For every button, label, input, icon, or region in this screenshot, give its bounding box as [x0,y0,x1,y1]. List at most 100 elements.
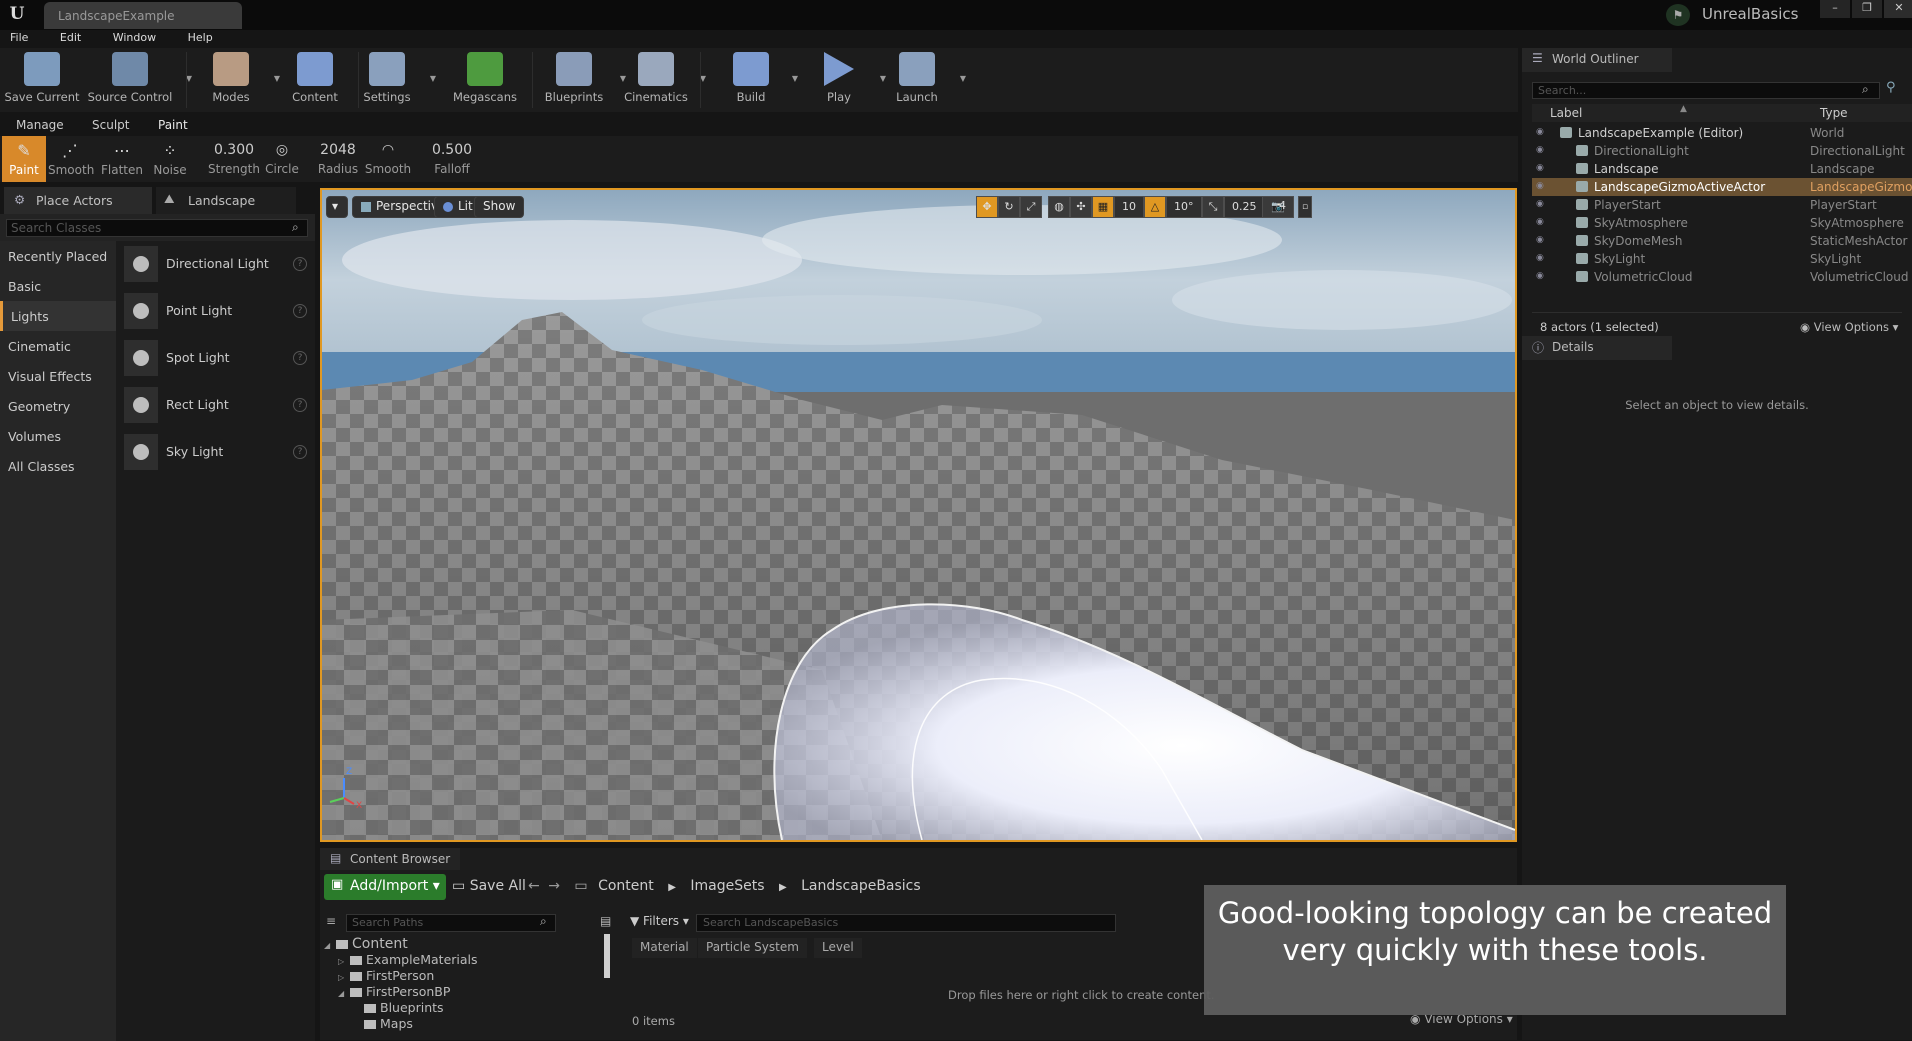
param-circle[interactable]: ◎ Circle [262,136,302,182]
type-column-header[interactable]: Type [1820,106,1848,120]
outliner-row[interactable]: ◉ DirectionalLight DirectionalLight [1532,142,1912,160]
actor-item-point-light[interactable]: Point Light? [116,288,315,335]
outliner-row[interactable]: ◉ PlayerStart PlayerStart [1532,196,1912,214]
folder-item[interactable]: ◢ FirstPersonBP [324,984,562,1000]
details-tab[interactable]: ⓘ Details [1522,336,1672,360]
surface-snap-icon[interactable]: ✣ [1070,196,1092,218]
visibility-eye-icon[interactable]: ◉ [1536,253,1548,263]
document-tab[interactable]: LandscapeExample [44,2,242,29]
show-button[interactable]: Show [474,196,525,218]
path-view-options-icon[interactable]: ▤ [600,914,611,928]
grid-snap-icon[interactable]: ▦ [1092,196,1114,218]
tab-paint[interactable]: Paint [158,118,188,132]
visibility-eye-icon[interactable]: ◉ [1536,235,1548,245]
close-button[interactable]: ✕ [1884,0,1912,18]
maximize-button[interactable]: ❐ [1852,0,1882,18]
filter-tag-particle-system[interactable]: Particle System [698,938,807,958]
visibility-eye-icon[interactable]: ◉ [1536,163,1548,173]
add-import-button[interactable]: ▣ Add/Import ▾ [324,874,446,900]
grid-snap-value[interactable]: 10 [1114,196,1144,218]
outliner-row[interactable]: ◉ SkyAtmosphere SkyAtmosphere [1532,214,1912,232]
tree-toggle-icon[interactable]: ≡ [326,914,336,928]
category-all-classes[interactable]: All Classes [0,451,116,481]
breadcrumb-content[interactable]: Content [598,878,654,894]
category-cinematic[interactable]: Cinematic [0,331,116,361]
viewport-menu-button[interactable]: ▾ [326,196,348,218]
actor-item-directional-light[interactable]: Directional Light? [116,241,315,288]
help-icon[interactable]: ? [293,398,307,412]
expand-arrow-icon[interactable]: ◢ [338,989,348,998]
camera-speed-value[interactable]: 4 [1272,196,1293,218]
visibility-eye-icon[interactable]: ◉ [1536,145,1548,155]
visibility-eye-icon[interactable]: ◉ [1536,271,1548,281]
rotate-mode-icon[interactable]: ↻ [998,196,1020,218]
category-geometry[interactable]: Geometry [0,391,116,421]
blueprints-button[interactable]: Blueprints ▼ [536,52,626,110]
rotation-snap-value[interactable]: 10° [1166,196,1202,218]
search-assets-input[interactable]: Search LandscapeBasics [696,914,1116,932]
tool-flatten[interactable]: ⋯ Flatten [100,136,144,182]
visibility-eye-icon[interactable]: ◉ [1536,127,1548,137]
level-viewport[interactable]: Z X ▾ Perspective Lit Show ✥ ↻ ⤢ ◍ ✣ ▦ 1… [320,188,1517,842]
help-icon[interactable]: ? [293,304,307,318]
param-radius[interactable]: 2048 Radius [310,136,366,182]
expand-arrow-icon[interactable]: ◢ [324,941,334,950]
scale-mode-icon[interactable]: ⤢ [1020,196,1042,218]
build-button[interactable]: Build ▼ [718,52,798,110]
visibility-eye-icon[interactable]: ◉ [1536,181,1548,191]
menu-help[interactable]: Help [188,30,213,46]
param-value[interactable]: 0.300 [204,142,264,158]
outliner-row[interactable]: ◉ SkyDomeMesh StaticMeshActor [1532,232,1912,250]
translate-mode-icon[interactable]: ✥ [976,196,998,218]
tab-landscape[interactable]: ⛰ Landscape [156,187,296,214]
launch-button[interactable]: Launch ▼ [882,52,966,110]
search-paths-input[interactable]: Search Paths [346,914,556,932]
save-current-button[interactable]: Save Current [0,52,84,110]
folder-item[interactable]: ▷ ExampleMaterials [324,952,562,968]
filter-tag-material[interactable]: Material [632,938,697,958]
tab-sculpt[interactable]: Sculpt [92,118,129,132]
param-smooth[interactable]: ◠ Smooth [364,136,412,182]
play-button[interactable]: Play ▼ [806,52,886,110]
outliner-row[interactable]: ◉ LandscapeGizmoActiveActor LandscapeGizmo… [1532,178,1912,196]
visibility-eye-icon[interactable]: ◉ [1536,199,1548,209]
menu-file[interactable]: File [10,30,28,46]
category-basic[interactable]: Basic [0,271,116,301]
save-all-button[interactable]: ▭ Save All [452,878,526,894]
tool-paint[interactable]: ✎ Paint [2,136,46,182]
forward-icon[interactable]: → [548,878,560,894]
param-strength[interactable]: 0.300 Strength [204,136,264,182]
help-icon[interactable]: ? [293,445,307,459]
outliner-row[interactable]: ◉ Landscape Landscape [1532,160,1912,178]
maximize-viewport-icon[interactable]: ▫ [1298,196,1312,218]
param-value[interactable]: ◎ [262,142,302,158]
tab-place-actors[interactable]: ⚙ Place Actors [4,187,152,214]
source-control-button[interactable]: Source Control ▼ [82,52,192,110]
outliner-row[interactable]: ◉ VolumetricCloud VolumetricCloud [1532,268,1912,286]
label-column-header[interactable]: Label [1550,106,1582,120]
expand-arrow-icon[interactable]: ▷ [338,973,348,982]
menu-edit[interactable]: Edit [60,30,81,46]
breadcrumb-imagesets[interactable]: ImageSets [690,878,764,894]
outliner-view-options-button[interactable]: ◉ View Options ▾ [1800,320,1898,334]
cinematics-button[interactable]: Cinematics ▼ [620,52,706,110]
filter-tag-level[interactable]: Level [814,938,862,958]
category-recently-placed[interactable]: Recently Placed [0,241,116,271]
tool-smooth[interactable]: ⋰ Smooth [48,136,94,182]
tool-noise[interactable]: ⁘ Noise [148,136,192,182]
param-falloff[interactable]: 0.500 Falloff [428,136,476,182]
outliner-settings-icon[interactable]: ⚲ [1886,80,1896,95]
category-visual-effects[interactable]: Visual Effects [0,361,116,391]
search-classes-input[interactable]: Search Classes [6,219,308,237]
content-button[interactable]: Content [280,52,350,110]
content-browser-tab[interactable]: ▤ Content Browser [320,848,460,870]
world-outliner-tab[interactable]: ☰ World Outliner [1522,48,1672,72]
scale-snap-icon[interactable]: ⤡ [1202,196,1224,218]
category-lights[interactable]: Lights [0,301,116,331]
filters-button[interactable]: ▼ Filters ▾ [630,914,689,928]
actor-item-rect-light[interactable]: Rect Light? [116,382,315,429]
outliner-row[interactable]: ◉ SkyLight SkyLight [1532,250,1912,268]
dropdown-caret-icon[interactable]: ▼ [792,74,798,83]
scale-snap-value[interactable]: 0.25 [1224,196,1265,218]
back-icon[interactable]: ← [528,878,540,894]
